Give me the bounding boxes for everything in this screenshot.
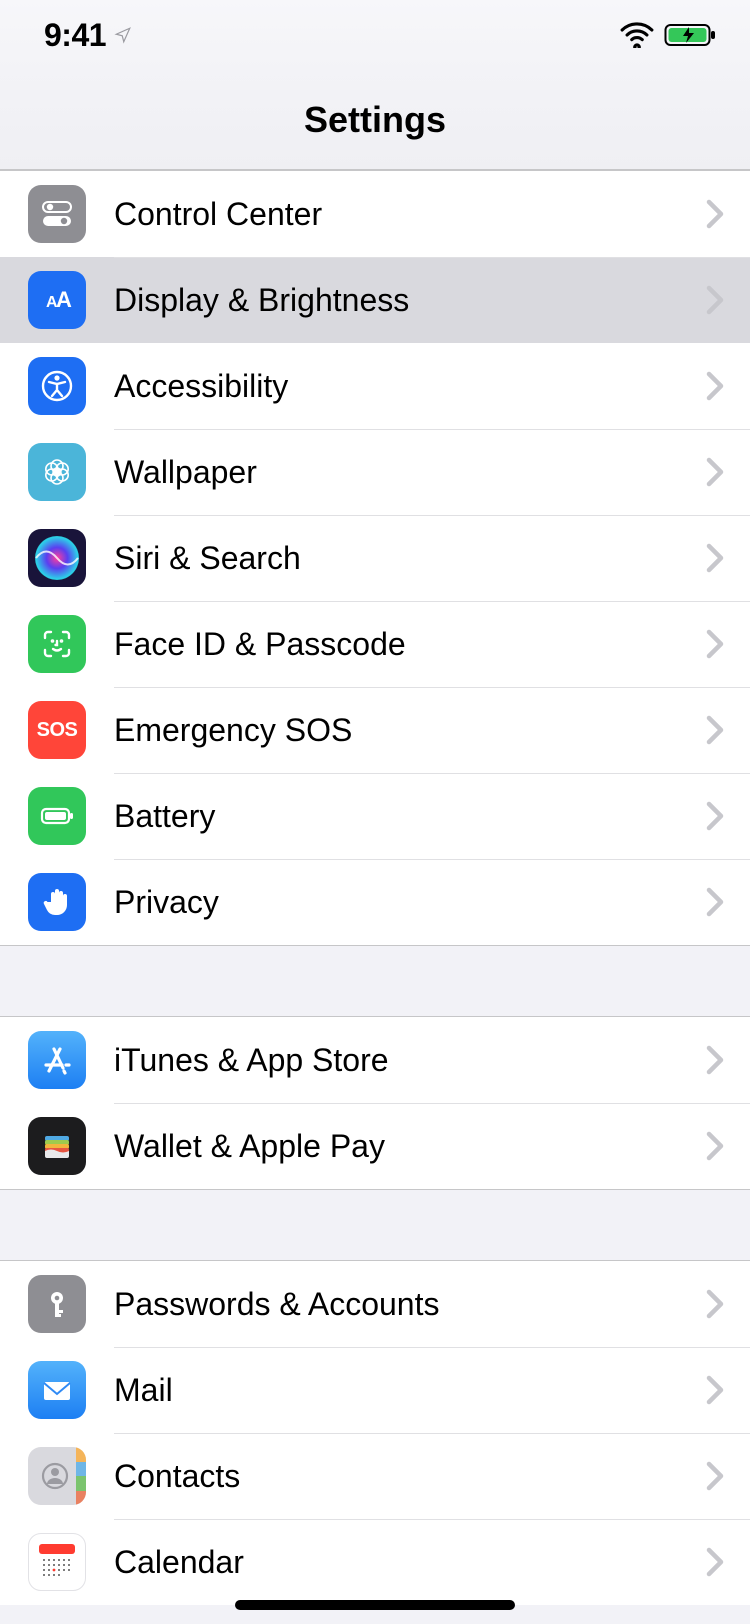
chevron-right-icon xyxy=(706,285,724,315)
settings-item-label: Siri & Search xyxy=(114,540,706,577)
settings-item-label: Privacy xyxy=(114,884,706,921)
settings-item-label: Battery xyxy=(114,798,706,835)
settings-item-contacts[interactable]: Contacts xyxy=(0,1433,750,1519)
battery-charging-icon xyxy=(664,22,718,48)
home-indicator[interactable] xyxy=(235,1600,515,1610)
settings-item-label: Display & Brightness xyxy=(114,282,706,319)
contacts-icon xyxy=(28,1447,86,1505)
chevron-right-icon xyxy=(706,371,724,401)
settings-item-display-brightness[interactable]: A A Display & Brightness xyxy=(0,257,750,343)
chevron-right-icon xyxy=(706,715,724,745)
settings-item-label: Emergency SOS xyxy=(114,712,706,749)
settings-item-face-id-passcode[interactable]: Face ID & Passcode xyxy=(0,601,750,687)
settings-item-mail[interactable]: Mail xyxy=(0,1347,750,1433)
siri-icon xyxy=(28,529,86,587)
page-title: Settings xyxy=(304,99,446,141)
chevron-right-icon xyxy=(706,199,724,229)
chevron-right-icon xyxy=(706,1131,724,1161)
settings-item-privacy[interactable]: Privacy xyxy=(0,859,750,945)
settings-item-label: Calendar xyxy=(114,1544,706,1581)
chevron-right-icon xyxy=(706,1289,724,1319)
settings-item-siri-search[interactable]: Siri & Search xyxy=(0,515,750,601)
settings-item-battery[interactable]: Battery xyxy=(0,773,750,859)
face-id-icon xyxy=(28,615,86,673)
control-center-icon xyxy=(28,185,86,243)
settings-item-label: Control Center xyxy=(114,196,706,233)
location-arrow-icon xyxy=(114,26,132,44)
wallet-icon xyxy=(28,1117,86,1175)
svg-text:A: A xyxy=(56,287,72,312)
chevron-right-icon xyxy=(706,887,724,917)
settings-group-1: Control Center A A Display & Brightness … xyxy=(0,170,750,946)
settings-item-label: Passwords & Accounts xyxy=(114,1286,706,1323)
settings-item-control-center[interactable]: Control Center xyxy=(0,171,750,257)
chevron-right-icon xyxy=(706,801,724,831)
settings-item-itunes-app-store[interactable]: iTunes & App Store xyxy=(0,1017,750,1103)
settings-item-label: Face ID & Passcode xyxy=(114,626,706,663)
chevron-right-icon xyxy=(706,543,724,573)
settings-item-accessibility[interactable]: Accessibility xyxy=(0,343,750,429)
settings-item-label: iTunes & App Store xyxy=(114,1042,706,1079)
privacy-hand-icon xyxy=(28,873,86,931)
settings-item-label: Contacts xyxy=(114,1458,706,1495)
chevron-right-icon xyxy=(706,1375,724,1405)
display-brightness-icon: A A xyxy=(28,271,86,329)
settings-item-wallpaper[interactable]: Wallpaper xyxy=(0,429,750,515)
settings-group-3: Passwords & Accounts Mail Contacts xyxy=(0,1260,750,1605)
status-time: 9:41 xyxy=(44,17,106,54)
mail-icon xyxy=(28,1361,86,1419)
settings-item-calendar[interactable]: Calendar xyxy=(0,1519,750,1605)
settings-item-label: Wallet & Apple Pay xyxy=(114,1128,706,1165)
chevron-right-icon xyxy=(706,1045,724,1075)
wifi-icon xyxy=(620,22,654,48)
wallpaper-icon xyxy=(28,443,86,501)
settings-item-label: Accessibility xyxy=(114,368,706,405)
chevron-right-icon xyxy=(706,1547,724,1577)
key-icon xyxy=(28,1275,86,1333)
settings-item-emergency-sos[interactable]: SOS Emergency SOS xyxy=(0,687,750,773)
accessibility-icon xyxy=(28,357,86,415)
app-store-icon xyxy=(28,1031,86,1089)
settings-group-2: iTunes & App Store Wallet & Apple Pay xyxy=(0,1016,750,1190)
status-bar: 9:41 xyxy=(0,0,750,70)
sos-icon: SOS xyxy=(28,701,86,759)
settings-item-label: Wallpaper xyxy=(114,454,706,491)
chevron-right-icon xyxy=(706,629,724,659)
chevron-right-icon xyxy=(706,1461,724,1491)
chevron-right-icon xyxy=(706,457,724,487)
settings-item-label: Mail xyxy=(114,1372,706,1409)
page-header: Settings xyxy=(0,70,750,170)
calendar-icon xyxy=(28,1533,86,1591)
battery-icon xyxy=(28,787,86,845)
settings-item-wallet-apple-pay[interactable]: Wallet & Apple Pay xyxy=(0,1103,750,1189)
settings-item-passwords-accounts[interactable]: Passwords & Accounts xyxy=(0,1261,750,1347)
